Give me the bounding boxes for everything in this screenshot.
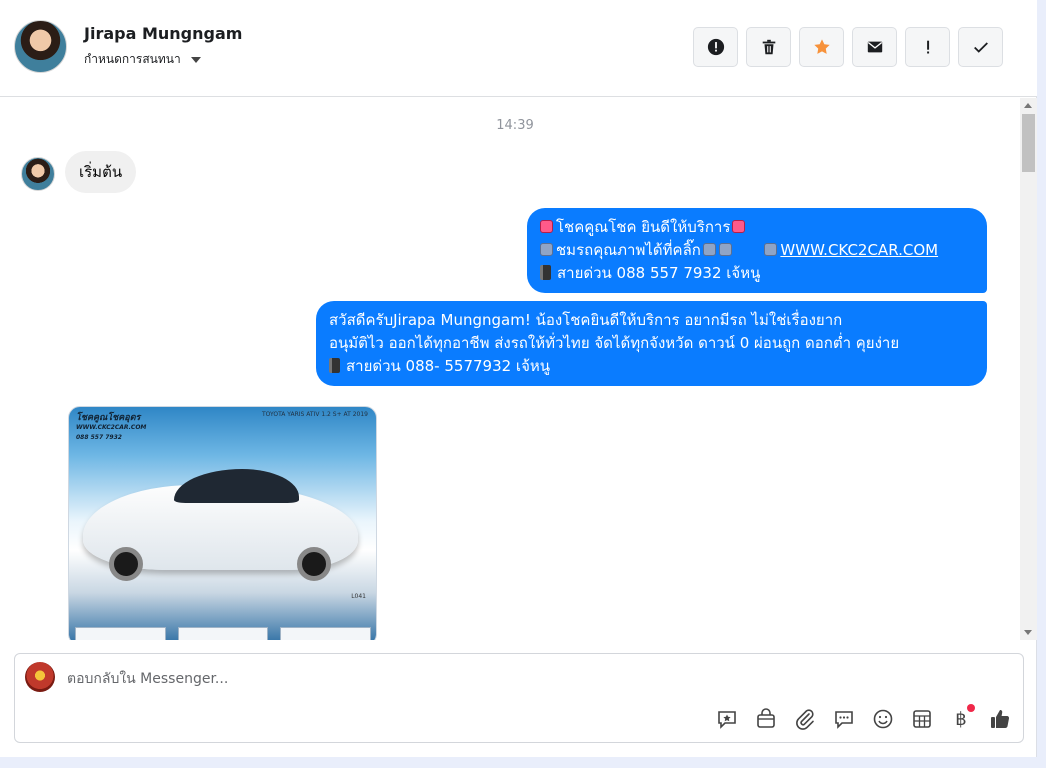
message-line: ชมรถคุณภาพได้ที่คลิ๊ก WWW.CKC2CAR.COM (540, 239, 974, 262)
website-link[interactable]: WWW.CKC2CAR.COM (780, 241, 938, 259)
emoji-button[interactable] (872, 708, 894, 730)
alert-circle-icon (707, 38, 724, 56)
composer-toolbar: ฿ (716, 704, 1011, 730)
outgoing-message[interactable]: โชคคูณโชค ยินดีให้บริการ ชมรถคุณภาพได้ที… (527, 208, 987, 293)
image-brand-text: โชคคูณโชคอุดร WWW.CKC2CAR.COM 088 557 79… (76, 413, 147, 441)
label-dropdown-text: กำหนดการสนทนา (84, 52, 181, 66)
like-button[interactable] (989, 708, 1011, 730)
phone-emoji-icon (540, 265, 551, 280)
image-code-text: L041 (351, 593, 366, 600)
action-toolbar (693, 27, 1003, 67)
emoji-icon (873, 709, 893, 729)
scroll-down-arrow-icon[interactable] (1024, 630, 1032, 635)
message-line: สายด่วน 088 557 7932 เจ้หนู (540, 262, 974, 285)
message-timestamp: 14:39 (496, 118, 534, 133)
down-arrow-emoji-icon (718, 243, 732, 256)
scroll-up-arrow-icon[interactable] (1024, 103, 1032, 108)
car-wheel (109, 547, 143, 581)
sparkle-emoji-icon (732, 220, 746, 233)
exclamation-icon (926, 40, 929, 54)
follow-up-button[interactable] (905, 27, 950, 67)
car-wheel (297, 547, 331, 581)
sender-avatar (21, 157, 55, 191)
reply-composer: ฿ (14, 653, 1024, 743)
play-emoji-icon (764, 243, 778, 256)
table-button[interactable] (911, 708, 933, 730)
notification-dot (967, 704, 975, 712)
thumbnail (75, 627, 166, 640)
quick-reply-button[interactable] (833, 708, 855, 730)
mark-done-button[interactable] (958, 27, 1003, 67)
shop-button[interactable] (755, 708, 777, 730)
attachment-icon (796, 709, 814, 730)
shop-bag-icon (757, 708, 775, 728)
car-photo-attachment[interactable]: โชคคูณโชคอุดร WWW.CKC2CAR.COM 088 557 79… (68, 406, 377, 640)
saved-reply-button[interactable] (716, 708, 738, 730)
mark-unread-button[interactable] (852, 27, 897, 67)
message-thread[interactable]: 14:39 เริ่มต้น โชคคูณโชค ยินดีให้บริการ … (0, 98, 1020, 640)
message-line: โชคคูณโชค ยินดีให้บริการ (540, 216, 974, 239)
check-icon (973, 42, 988, 53)
attach-button[interactable] (794, 708, 816, 730)
message-line: สายด่วน 088- 5577932 เจ้หนู (329, 355, 974, 378)
chevron-down-icon (190, 56, 201, 63)
image-thumbnails (75, 627, 372, 640)
thumbnail (177, 627, 269, 640)
down-arrow-emoji-icon (702, 243, 716, 256)
incoming-message[interactable]: เริ่มต้น (65, 151, 137, 193)
thumbnail (280, 627, 372, 640)
contact-avatar[interactable] (14, 20, 67, 73)
contact-name[interactable]: Jirapa Mungngam (84, 24, 242, 43)
table-icon (913, 710, 931, 728)
delete-button[interactable] (746, 27, 791, 67)
image-model-text: TOYOTA YARIS ATIV 1.2 S+ AT 2019 (261, 411, 368, 418)
conversation-panel: Jirapa Mungngam กำหนดการสนทนา 14:39 เริ่… (0, 0, 1037, 757)
page-avatar (25, 662, 55, 692)
reply-input[interactable] (67, 668, 967, 690)
star-button[interactable] (799, 27, 844, 67)
phone-emoji-icon (329, 358, 340, 373)
message-line: สวัสดีครับJirapa Mungngam! น้องโชคยินดีใ… (329, 311, 843, 329)
report-spam-button[interactable] (693, 27, 738, 67)
conversation-header: Jirapa Mungngam กำหนดการสนทนา (0, 0, 1037, 97)
baht-icon: ฿ (955, 708, 967, 730)
thumbs-up-icon (991, 710, 1010, 729)
label-dropdown[interactable]: กำหนดการสนทนา (84, 50, 201, 69)
outgoing-message[interactable]: สวัสดีครับJirapa Mungngam! น้องโชคยินดีใ… (316, 301, 987, 386)
envelope-icon (867, 41, 882, 53)
car-window (174, 469, 299, 503)
play-emoji-icon (540, 243, 553, 256)
thread-scrollbar[interactable] (1020, 98, 1037, 640)
star-icon (813, 39, 830, 54)
saved-reply-icon (718, 711, 736, 729)
message-line: อนุมัติไว ออกได้ทุกอาชีพ ส่งรถให้ทั่วไทย… (329, 334, 900, 352)
chat-bubble-icon (835, 711, 853, 729)
trash-icon (762, 39, 775, 55)
payment-button[interactable]: ฿ (950, 704, 975, 730)
sparkle-emoji-icon (540, 220, 553, 233)
scroll-thumb[interactable] (1022, 114, 1035, 172)
